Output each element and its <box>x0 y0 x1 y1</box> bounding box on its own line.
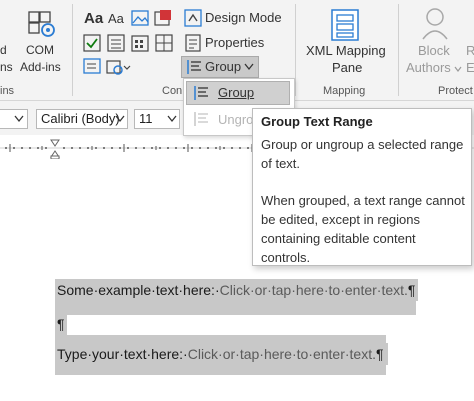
chevron-down-icon <box>244 63 254 71</box>
tooltip-title: Group Text Range <box>261 114 373 129</box>
addins-label-2[interactable]: ns <box>0 59 13 75</box>
group-shading <box>55 301 416 315</box>
restrict-editing-label-2: E <box>466 60 474 75</box>
com-addins-icon <box>28 11 55 37</box>
chevron-down-icon <box>14 115 24 123</box>
protect-group-label: Protect <box>438 85 473 97</box>
xml-mapping-pane-button[interactable]: XML Mapping <box>306 43 386 59</box>
document-line-2[interactable]: ¶ <box>55 313 67 335</box>
properties-button[interactable]: Properties <box>205 35 264 51</box>
group-shading <box>55 365 386 375</box>
paragraph-mark: ¶ <box>407 282 416 298</box>
group-separator <box>398 4 399 96</box>
legacy-tools-icon[interactable] <box>106 58 132 76</box>
properties-icon <box>185 34 201 52</box>
mapping-group-label: Mapping <box>323 85 366 97</box>
menu-item-ungroup[interactable]: Ungro <box>218 112 253 128</box>
tooltip-body: Group or ungroup a selected range of tex… <box>261 135 465 267</box>
menu-item-group-label: Group <box>218 85 255 100</box>
line-text: Type·your·text·here:· <box>57 346 188 362</box>
controls-group-label: Con <box>162 85 183 97</box>
tooltip-line: be edited, except in regions <box>261 212 420 227</box>
tooltip-line: of text. <box>261 156 301 171</box>
com-addins-label: COM <box>26 43 54 57</box>
rich-text-control-icon[interactable]: Aa <box>84 10 103 27</box>
checkbox-control-icon[interactable] <box>83 34 101 52</box>
dropdown-list-control-icon[interactable] <box>83 58 103 76</box>
content-control-placeholder[interactable]: Click·or·tap·here·to·enter·text. <box>188 346 376 362</box>
date-picker-control-icon[interactable] <box>131 34 149 52</box>
chevron-down-icon <box>167 115 177 123</box>
tooltip-spacer <box>261 173 465 191</box>
content-control-placeholder[interactable]: Click·or·tap·here·to·enter·text. <box>220 282 408 298</box>
repeating-section-control-icon[interactable] <box>155 34 173 52</box>
document-line-1[interactable]: Some·example·text·here:·Click·or·tap·her… <box>55 279 418 301</box>
xml-mapping-pane-label-2: Pane <box>332 60 363 75</box>
paragraph-mark: ¶ <box>376 346 384 362</box>
block-authors-label-2: Authors <box>406 60 451 75</box>
com-addins-label-2: Add-ins <box>20 60 61 74</box>
restrict-editing-label[interactable]: R <box>466 43 474 59</box>
design-mode-icon <box>184 9 202 27</box>
group-icon <box>187 60 201 74</box>
block-authors-button[interactable]: Block <box>418 43 450 59</box>
font-name-value: Calibri (Body) <box>41 111 120 126</box>
document-line-3[interactable]: Type·your·text·here:·Click·or·tap·here·t… <box>55 343 388 365</box>
group-separator <box>295 4 296 96</box>
group-button-label: Group <box>205 59 242 74</box>
combo-box-control-icon[interactable] <box>107 34 125 52</box>
font-size-value: 11 <box>139 111 153 126</box>
picture-control-icon[interactable] <box>131 10 149 26</box>
block-authors-icon <box>422 8 448 40</box>
xml-mapping-icon <box>331 9 359 41</box>
ungroup-icon <box>194 112 208 126</box>
text-content-control-icon[interactable]: Aa <box>108 11 124 26</box>
tooltip-line: controls. <box>261 250 311 265</box>
paragraph-mark: ¶ <box>57 316 65 332</box>
tooltip-line: containing editable content <box>261 231 416 246</box>
building-block-control-icon[interactable] <box>154 9 172 27</box>
design-mode-button[interactable]: Design Mode <box>205 10 282 26</box>
tooltip-line: Group or ungroup a selected range <box>261 137 464 152</box>
line-text: Some·example·text·here:· <box>57 282 220 298</box>
group-icon <box>194 86 208 100</box>
addins-group-label: ins <box>0 85 15 97</box>
addins-label[interactable]: d <box>0 42 7 58</box>
tooltip-line: When grouped, a text range cannot <box>261 193 465 208</box>
chevron-down-icon <box>115 115 125 123</box>
group-separator <box>72 4 73 96</box>
chevron-down-icon <box>454 66 462 72</box>
